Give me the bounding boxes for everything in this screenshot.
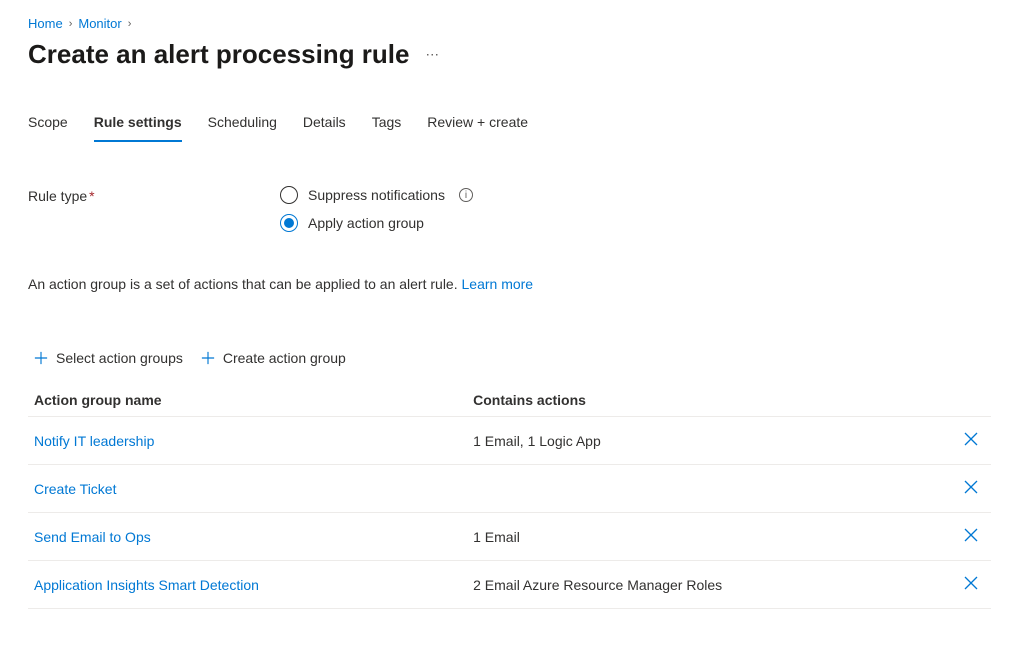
action-groups-table: Action group name Contains actions Notif… [28,376,991,609]
description-text: An action group is a set of actions that… [28,276,991,292]
remove-row-button[interactable] [959,571,983,598]
chevron-right-icon: › [128,18,132,30]
remove-row-button[interactable] [959,427,983,454]
tab-details[interactable]: Details [303,108,346,142]
contains-actions-cell [467,465,951,513]
tab-review-create[interactable]: Review + create [427,108,528,142]
radio-unselected-icon [280,186,298,204]
action-group-link[interactable]: Create Ticket [34,481,116,497]
radio-apply-action-group[interactable]: Apply action group [280,214,473,232]
radio-suppress-notifications[interactable]: Suppress notifications i [280,186,473,204]
ellipsis-icon: ⋯ [425,47,438,62]
tab-tags[interactable]: Tags [372,108,402,142]
close-icon [963,431,979,450]
action-group-link[interactable]: Send Email to Ops [34,529,151,545]
create-action-group-button[interactable]: Create action group [199,346,348,370]
radio-label: Suppress notifications [308,187,445,203]
contains-actions-cell: 2 Email Azure Resource Manager Roles [467,561,951,609]
close-icon [963,479,979,498]
rule-type-label: Rule type* [28,186,280,204]
table-row: Application Insights Smart Detection 2 Em… [28,561,991,609]
breadcrumb-home[interactable]: Home [28,16,63,31]
breadcrumb: Home › Monitor › [28,16,991,31]
plus-icon [201,351,215,365]
radio-selected-icon [280,214,298,232]
chevron-right-icon: › [69,18,73,30]
breadcrumb-monitor[interactable]: Monitor [78,16,121,31]
column-header-name: Action group name [28,376,467,417]
close-icon [963,527,979,546]
action-group-link[interactable]: Application Insights Smart Detection [34,577,259,593]
tabs: Scope Rule settings Scheduling Details T… [28,108,991,142]
close-icon [963,575,979,594]
column-header-contains: Contains actions [467,376,951,417]
select-action-groups-button[interactable]: Select action groups [32,346,185,370]
tab-scheduling[interactable]: Scheduling [208,108,277,142]
tab-scope[interactable]: Scope [28,108,68,142]
table-row: Send Email to Ops 1 Email [28,513,991,561]
plus-icon [34,351,48,365]
contains-actions-cell: 1 Email, 1 Logic App [467,417,951,465]
table-row: Create Ticket [28,465,991,513]
remove-row-button[interactable] [959,475,983,502]
remove-row-button[interactable] [959,523,983,550]
button-label: Select action groups [56,350,183,366]
action-group-link[interactable]: Notify IT leadership [34,433,154,449]
table-row: Notify IT leadership 1 Email, 1 Logic App [28,417,991,465]
action-group-toolbar: Select action groups Create action group [28,346,991,370]
more-actions-button[interactable]: ⋯ [421,43,442,67]
learn-more-link[interactable]: Learn more [462,276,534,292]
required-indicator: * [89,188,94,204]
tab-rule-settings[interactable]: Rule settings [94,108,182,142]
radio-label: Apply action group [308,215,424,231]
rule-type-radio-group: Suppress notifications i Apply action gr… [280,186,473,232]
button-label: Create action group [223,350,346,366]
page-title: Create an alert processing rule [28,39,409,70]
contains-actions-cell: 1 Email [467,513,951,561]
info-icon[interactable]: i [459,188,473,202]
